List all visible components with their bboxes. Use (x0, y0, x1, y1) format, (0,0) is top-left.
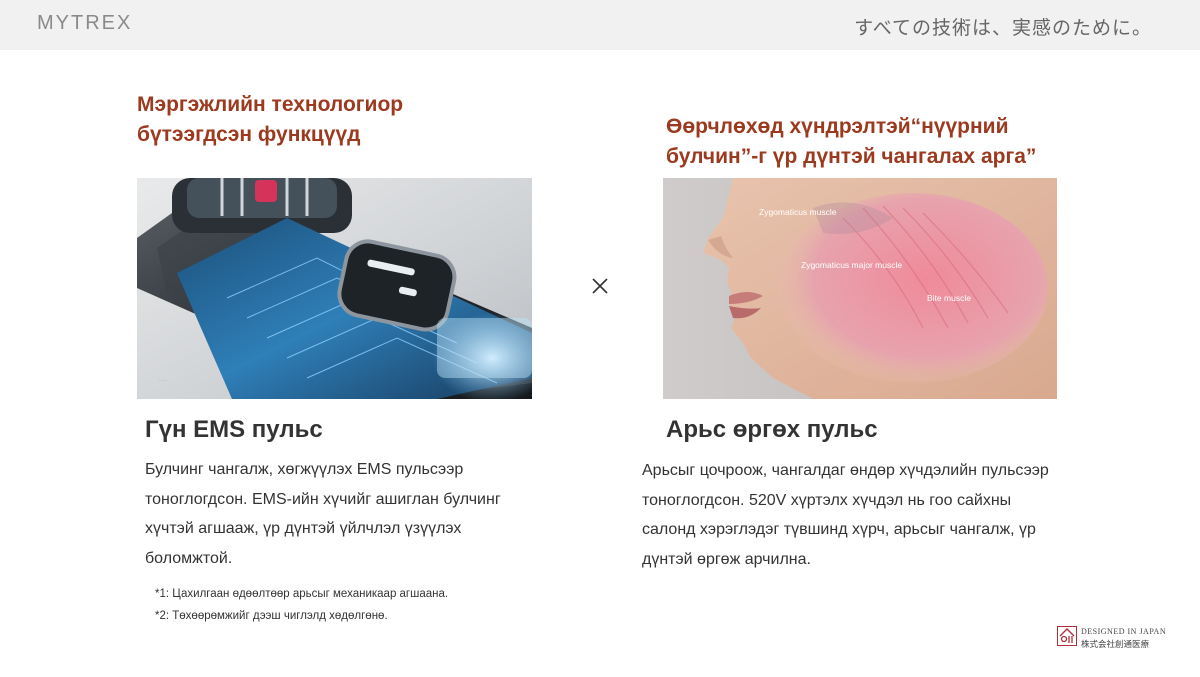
left-description-line: боломжтой. (145, 549, 233, 567)
right-headline-line-2: булчин”-г үр дүнтэй чангалах арга” (666, 145, 1037, 168)
right-description-line: салонд хэрэглэдэг түвшинд хүрч, арьсыг ч… (642, 521, 1036, 538)
multiply-icon (588, 274, 612, 298)
left-headline-line-2: бүтээгдсэн функцүүд (137, 123, 361, 146)
footnote-1: *1: Цахилгаан өдөөлтөөр арьсыг механикаа… (155, 588, 449, 600)
company-name: 株式会社創通医療 (1081, 639, 1150, 649)
right-description: Арьсыг цочроож, чангалдаг өндөр хүчдэлий… (642, 456, 1102, 574)
brand-tagline: すべての技術は、実感のために。 (854, 18, 1152, 39)
right-headline: Өөрчлөхөд хүндрэлтэй“нүүрний булчин”-г ү… (666, 112, 1106, 172)
left-subtitle: Гүн EMS пульс (145, 416, 323, 443)
brand-logo: MYTREX (37, 12, 133, 34)
left-description: Булчинг чангалж, хөгжүүлэх EMS пульсээр … (145, 455, 545, 573)
right-description-line: тоноглогдсон. 520V хүртэлх хүчдэл нь гоо… (642, 491, 1012, 509)
left-headline-line-1: Мэргэжлийн технологиор (137, 93, 404, 116)
left-description-line: тоноглогдсон. EMS-ийн хүчийг ашиглан бул… (145, 490, 501, 508)
muscle-label-zygomaticus: Zygomaticus muscle (759, 207, 837, 217)
right-subtitle: Арьс өргөх пульс (666, 416, 878, 443)
brand-mark-icon (1057, 626, 1077, 646)
svg-text:·····: ····· (159, 378, 168, 384)
device-photo: ····· (137, 178, 532, 399)
muscle-label-zygomaticus-major: Zygomaticus major muscle (801, 260, 902, 270)
right-description-line: Арьсыг цочроож, чангалдаг өндөр хүчдэлий… (642, 462, 1049, 479)
left-description-line: хүчтэй агшааж, үр дүнтэй үйлчлэл үзүүлэх (145, 520, 462, 537)
designed-in-japan-text: DESIGNED IN JAPAN (1081, 627, 1167, 636)
designed-in-japan-badge: DESIGNED IN JAPAN 株式会社創通医療 (1057, 626, 1167, 652)
left-description-line: Булчинг чангалж, хөгжүүлэх EMS пульсээр (145, 461, 464, 478)
muscle-label-bite: Bite muscle (927, 293, 971, 303)
left-headline: Мэргэжлийн технологиор бүтээгдсэн функцү… (137, 90, 517, 150)
right-headline-line-1: Өөрчлөхөд хүндрэлтэй“нүүрний (666, 115, 1009, 138)
top-bar: MYTREX すべての技術は、実感のために。 (0, 0, 1200, 50)
right-description-line: дүнтэй өргөж арчилна. (642, 550, 811, 568)
face-muscle-photo: Zygomaticus muscle Zygomaticus major mus… (663, 178, 1057, 399)
footnote-2: *2: Төхөөрөмжийг дээш чиглэлд хөдөлгөнө. (155, 610, 388, 622)
